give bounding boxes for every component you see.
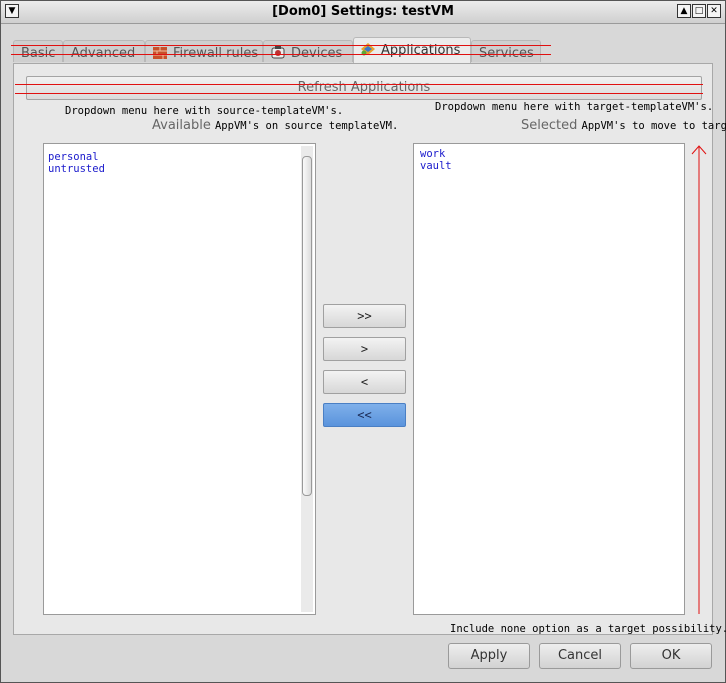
tab-basic[interactable]: Basic	[13, 40, 63, 62]
include-none-note: Include none option as a target possibil…	[450, 623, 726, 635]
source-list-scrollbar[interactable]	[301, 146, 313, 612]
list-item[interactable]: work	[420, 148, 678, 160]
target-heading-rest: AppVM's to move to targ.	[581, 120, 726, 132]
target-appvm-list[interactable]: work vault	[413, 143, 685, 615]
scrollbar-thumb[interactable]	[302, 156, 312, 496]
annotation-line	[15, 93, 703, 94]
shade-icon[interactable]: ▲	[677, 4, 691, 18]
move-left-button[interactable]: <	[323, 370, 406, 394]
annotation-line	[15, 84, 703, 85]
target-heading-gray: Selected	[521, 118, 578, 133]
source-dropdown-note: Dropdown menu here with source-templateV…	[65, 105, 344, 117]
annotation-arrow-icon	[691, 145, 707, 614]
source-heading-rest: AppVM's on source templateVM.	[214, 120, 399, 132]
target-heading: Selected AppVM's to move to targ.	[521, 118, 726, 133]
refresh-applications-button[interactable]: Refresh Applications	[26, 76, 702, 100]
window-title: [Dom0] Settings: testVM	[272, 4, 454, 19]
source-heading-gray: Available	[152, 118, 211, 133]
tab-devices[interactable]: Devices	[263, 40, 353, 62]
apply-button[interactable]: Apply	[448, 643, 530, 669]
list-item[interactable]: vault	[420, 160, 678, 172]
tab-services[interactable]: Services	[471, 40, 541, 62]
close-icon[interactable]: ✕	[707, 4, 721, 18]
source-heading: Available AppVM's on source templateVM.	[152, 118, 398, 133]
list-item[interactable]: personal	[48, 151, 311, 163]
list-item[interactable]: untrusted	[48, 163, 311, 175]
source-appvm-list[interactable]: personal untrusted	[43, 143, 316, 615]
firewall-icon	[153, 47, 167, 63]
annotation-line	[11, 45, 551, 46]
tab-advanced[interactable]: Advanced	[63, 40, 145, 62]
title-bar: ▼ [Dom0] Settings: testVM ▲ □ ✕	[1, 1, 725, 24]
cancel-button[interactable]: Cancel	[539, 643, 621, 669]
annotation-line	[11, 54, 551, 55]
ok-button-label: OK	[661, 648, 681, 663]
tab-applications[interactable]: Applications	[353, 37, 471, 63]
tab-bar: Basic Advanced Firewall rules Devices Ap…	[13, 37, 553, 63]
move-all-right-button[interactable]: >>	[323, 304, 406, 328]
apply-button-label: Apply	[470, 648, 508, 663]
move-all-left-button[interactable]: <<	[323, 403, 406, 427]
ok-button[interactable]: OK	[630, 643, 712, 669]
tab-firewall-rules[interactable]: Firewall rules	[145, 40, 263, 62]
cancel-button-label: Cancel	[557, 648, 603, 663]
maximize-icon[interactable]: □	[692, 4, 706, 18]
move-right-button[interactable]: >	[323, 337, 406, 361]
settings-window: ▼ [Dom0] Settings: testVM ▲ □ ✕ Basic Ad…	[0, 0, 726, 683]
target-dropdown-note: Dropdown menu here with target-templateV…	[435, 101, 714, 113]
